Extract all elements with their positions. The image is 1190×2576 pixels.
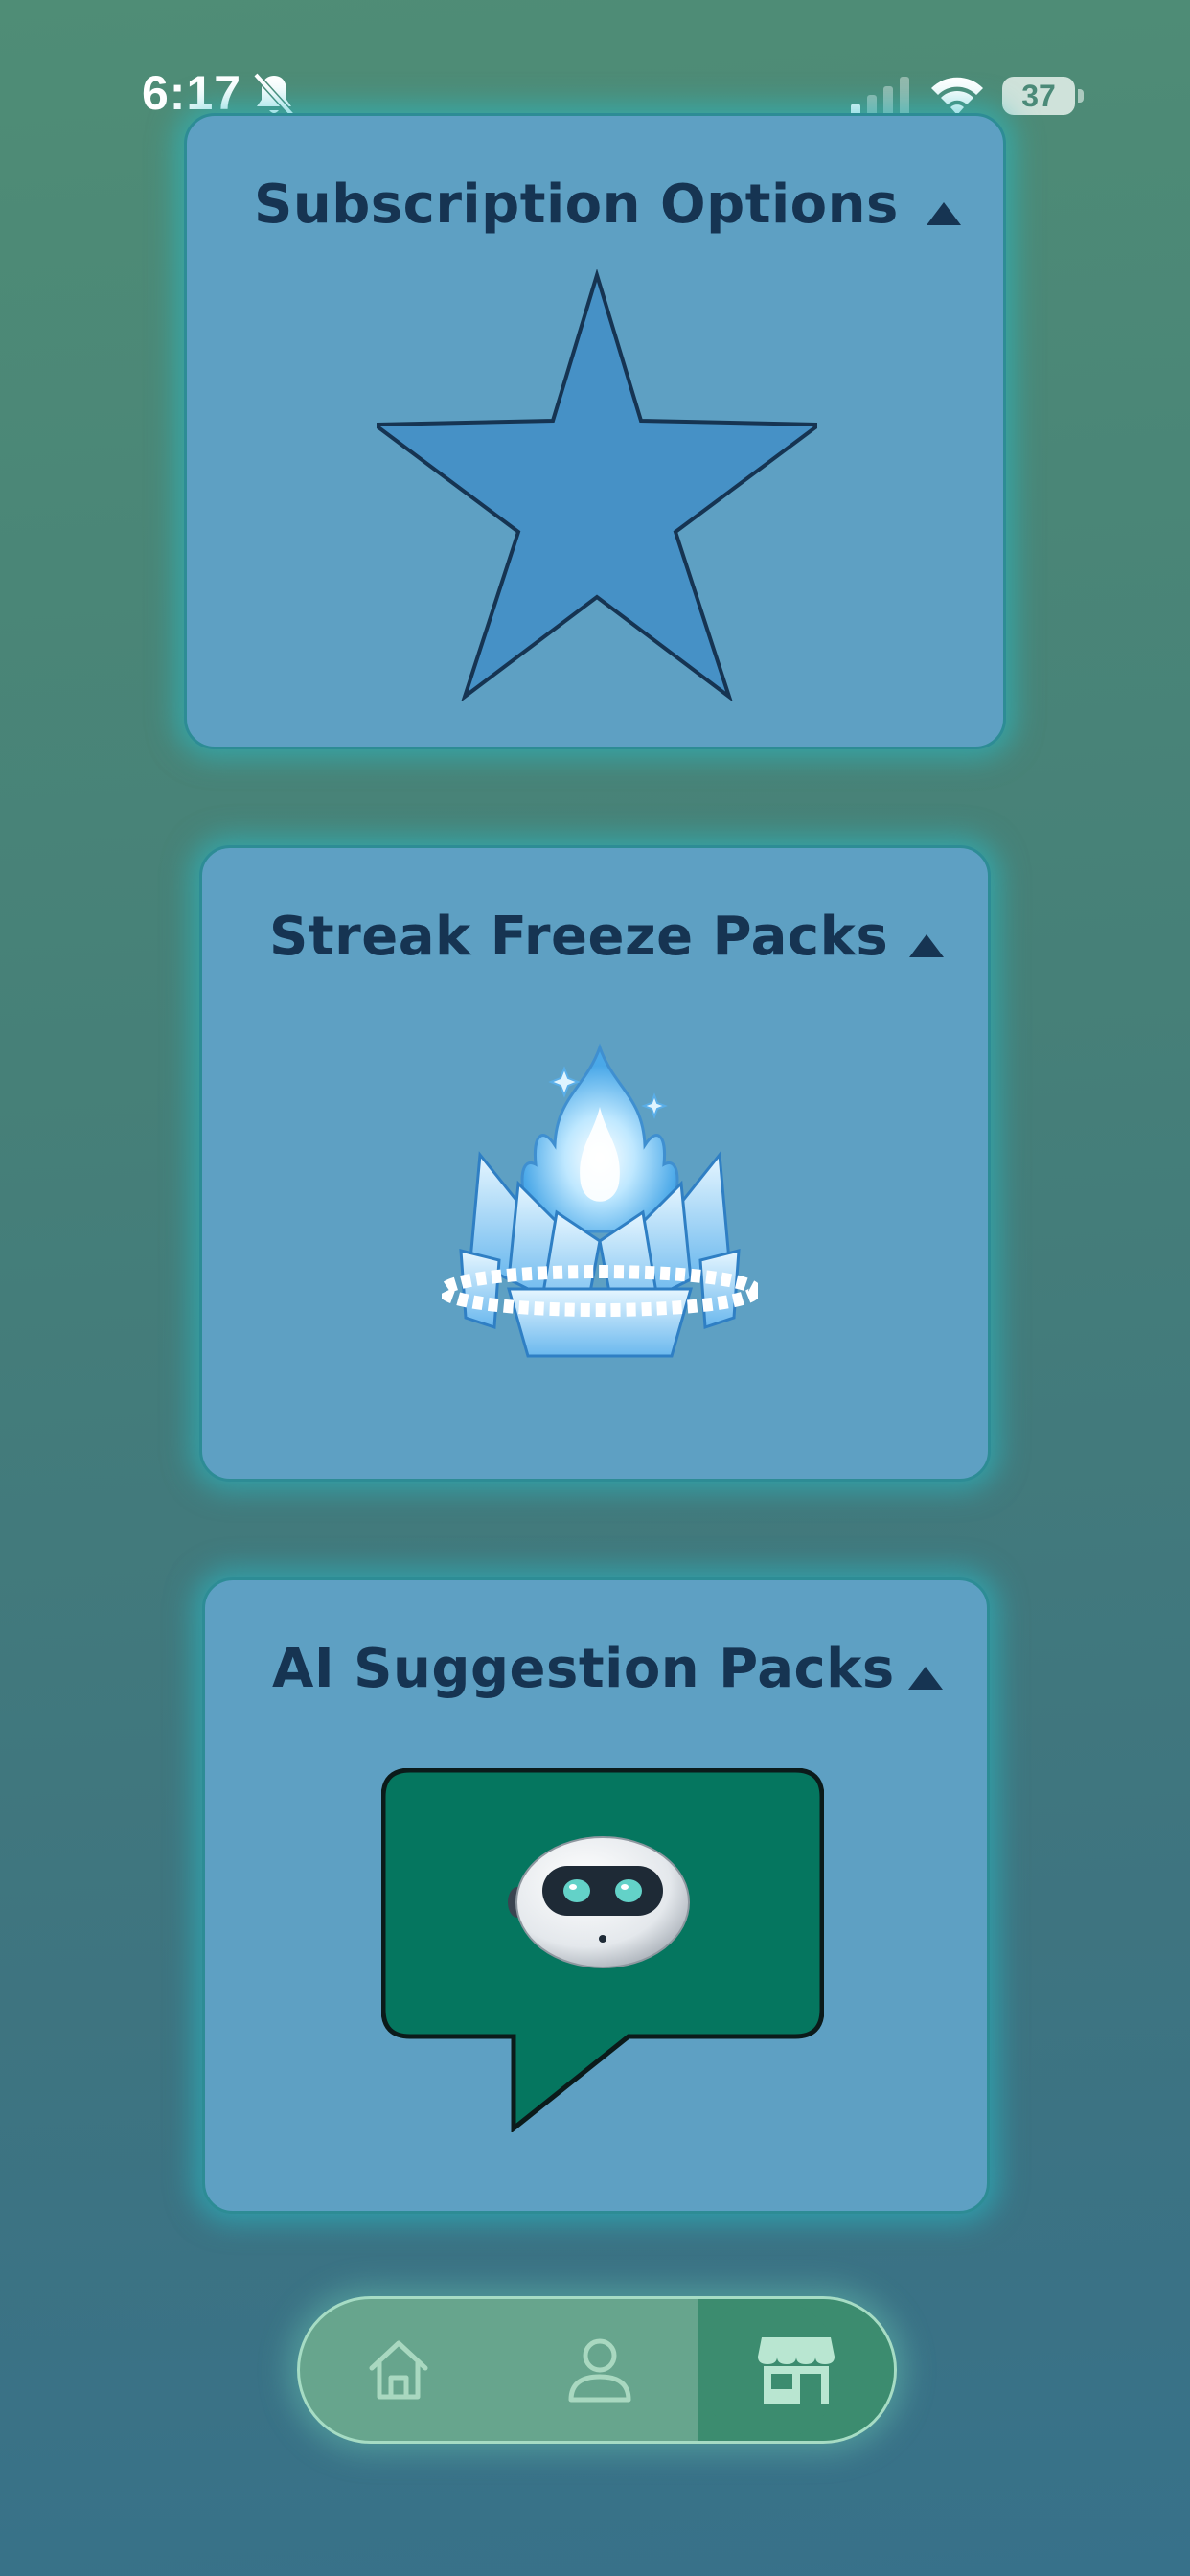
star-icon xyxy=(377,269,817,701)
ai-suggestion-packs-header[interactable]: AI Suggestion Packs xyxy=(205,1580,987,1753)
nav-profile-button[interactable] xyxy=(501,2299,698,2441)
store-icon xyxy=(758,2337,835,2404)
bottom-nav xyxy=(297,2296,897,2444)
cellular-signal-icon xyxy=(851,77,909,117)
streak-freeze-packs-title: Streak Freeze Packs xyxy=(269,906,889,968)
ice-flame-icon xyxy=(442,1043,758,1358)
subscription-options-title: Subscription Options xyxy=(254,173,899,236)
wifi-icon xyxy=(931,77,983,115)
caret-up-icon[interactable] xyxy=(908,1667,943,1690)
streak-freeze-packs-card[interactable]: Streak Freeze Packs xyxy=(199,845,991,1482)
nav-home-button[interactable] xyxy=(300,2299,497,2441)
robot-chat-bubble-icon xyxy=(381,1768,824,2132)
streak-freeze-packs-header[interactable]: Streak Freeze Packs xyxy=(202,848,988,1021)
profile-icon xyxy=(568,2338,631,2403)
ai-suggestion-packs-card[interactable]: AI Suggestion Packs xyxy=(202,1577,990,2214)
caret-up-icon[interactable] xyxy=(927,202,961,225)
bell-slash-icon xyxy=(253,72,295,118)
caret-up-icon[interactable] xyxy=(909,934,944,957)
nav-store-button[interactable] xyxy=(698,2299,894,2441)
subscription-options-card[interactable]: Subscription Options xyxy=(184,113,1006,749)
battery-tip xyxy=(1078,89,1084,103)
battery-body: 37 xyxy=(1002,77,1075,115)
ai-suggestion-packs-title: AI Suggestion Packs xyxy=(272,1638,895,1700)
subscription-options-header[interactable]: Subscription Options xyxy=(187,116,1003,288)
battery-icon: 37 xyxy=(1002,77,1084,115)
home-icon xyxy=(369,2340,428,2400)
battery-level: 37 xyxy=(1021,78,1056,113)
